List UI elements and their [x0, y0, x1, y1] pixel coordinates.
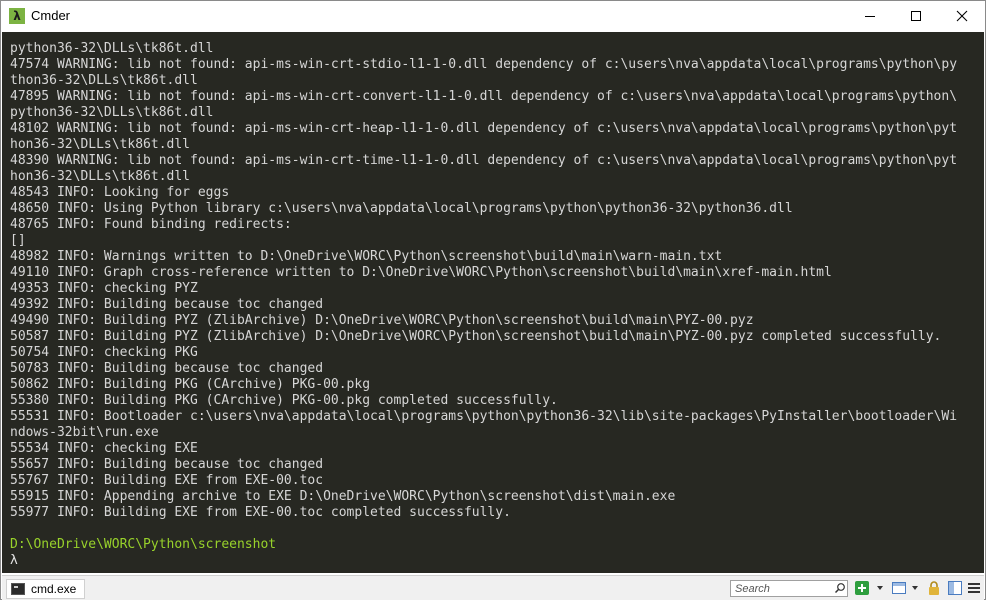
console-tab[interactable]: cmd.exe — [6, 579, 86, 599]
minimize-button[interactable] — [847, 1, 893, 31]
console-line: hon36-32\DLLs\tk86t.dll — [10, 137, 191, 152]
status-bar: cmd.exe — [2, 575, 984, 600]
console-line: 47895 WARNING: lib not found: api-ms-win… — [10, 89, 958, 104]
console-line: 49110 INFO: Graph cross-reference writte… — [10, 265, 832, 280]
current-directory: D:\OneDrive\WORC\Python\screenshot — [10, 537, 277, 552]
console-line: 48765 INFO: Found binding redirects: — [10, 217, 292, 232]
command-prompt[interactable]: λ — [10, 553, 957, 569]
console-line: 55534 INFO: checking EXE — [10, 441, 198, 456]
console-line: 49353 INFO: checking PYZ — [10, 281, 198, 296]
console-line: python36-32\DLLs\tk86t.dll — [10, 105, 214, 120]
console-line: 55977 INFO: Building EXE from EXE-00.toc… — [10, 505, 511, 520]
console-line: 50862 INFO: Building PKG (CArchive) PKG-… — [10, 377, 371, 392]
search-input[interactable] — [730, 580, 848, 597]
console-line: 50587 INFO: Building PYZ (ZlibArchive) D… — [10, 329, 942, 344]
console-lines: python36-32\DLLs\tk86t.dll 47574 WARNING… — [10, 41, 957, 569]
split-view-icon[interactable] — [947, 580, 963, 596]
console-line: python36-32\DLLs\tk86t.dll — [10, 41, 214, 56]
console-output[interactable]: python36-32\DLLs\tk86t.dll 47574 WARNING… — [2, 32, 984, 573]
view-icon[interactable] — [891, 580, 907, 596]
console-line: 49392 INFO: Building because toc changed — [10, 297, 324, 312]
close-button[interactable] — [939, 1, 985, 31]
console-line: 48102 WARNING: lib not found: api-ms-win… — [10, 121, 958, 136]
maximize-button[interactable] — [893, 1, 939, 31]
console-line: 47574 WARNING: lib not found: api-ms-win… — [10, 57, 958, 72]
chevron-down-icon[interactable] — [912, 586, 918, 590]
console-line: [] — [10, 233, 26, 248]
search-icon[interactable] — [834, 582, 846, 594]
maximize-icon — [911, 11, 921, 21]
console-line: 50783 INFO: Building because toc changed — [10, 361, 324, 376]
chevron-down-icon[interactable] — [877, 586, 883, 590]
console-line: 48543 INFO: Looking for eggs — [10, 185, 230, 200]
console-line: 55767 INFO: Building EXE from EXE-00.toc — [10, 473, 324, 488]
console-line: 48650 INFO: Using Python library c:\user… — [10, 201, 793, 216]
console-icon — [11, 583, 25, 595]
cmder-window: λ Cmder python36-32\DLLs\tk86t.dll 47574… — [0, 0, 986, 600]
menu-icon[interactable] — [966, 580, 982, 596]
tab-label: cmd.exe — [31, 582, 77, 596]
console-line: hon36-32\DLLs\tk86t.dll — [10, 169, 191, 184]
console-line: 55657 INFO: Building because toc changed — [10, 457, 324, 472]
lock-icon[interactable] — [926, 580, 942, 596]
console-line: 50754 INFO: checking PKG — [10, 345, 198, 360]
minimize-icon — [865, 16, 875, 17]
cmder-lambda-icon[interactable]: λ — [9, 8, 25, 24]
new-console-icon[interactable] — [854, 580, 870, 596]
console-line: thon36-32\DLLs\tk86t.dll — [10, 73, 198, 88]
console-line: 48390 WARNING: lib not found: api-ms-win… — [10, 153, 958, 168]
console-line: 49490 INFO: Building PYZ (ZlibArchive) D… — [10, 313, 754, 328]
console-line: 55915 INFO: Appending archive to EXE D:\… — [10, 489, 676, 504]
window-title: Cmder — [31, 8, 71, 23]
console-line: 55380 INFO: Building PKG (CArchive) PKG-… — [10, 393, 558, 408]
title-bar[interactable]: λ Cmder — [1, 1, 985, 31]
console-line: 48982 INFO: Warnings written to D:\OneDr… — [10, 249, 723, 264]
console-line: 55531 INFO: Bootloader c:\users\nva\appd… — [10, 409, 958, 424]
close-icon — [956, 10, 968, 22]
console-line: ndows-32bit\run.exe — [10, 425, 159, 440]
